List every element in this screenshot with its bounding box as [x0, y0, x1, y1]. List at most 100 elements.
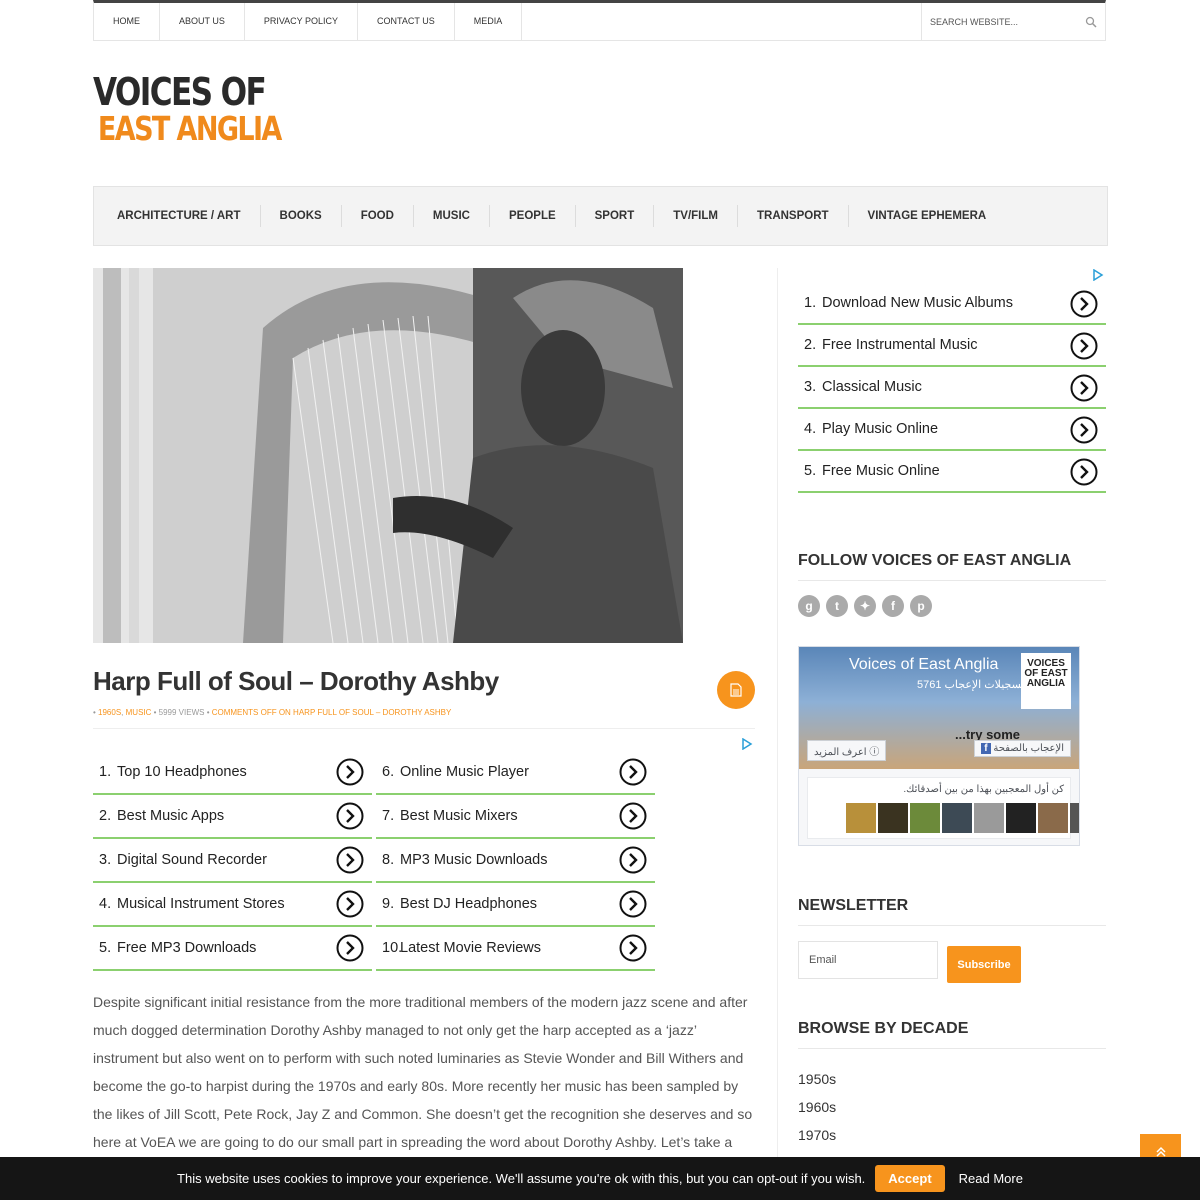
ad-number: 6. [382, 764, 395, 780]
avatar[interactable] [846, 803, 876, 833]
nav-home[interactable]: HOME [94, 3, 160, 40]
google-plus-icon[interactable]: g [798, 595, 820, 617]
ad-number: 1. [804, 295, 817, 311]
post-meta: • 1960S, MUSIC • 5999 VIEWS • COMMENTS O… [93, 708, 452, 717]
browse-by-decade-title: BROWSE BY DECADE [798, 1020, 1106, 1049]
facebook-page-logo[interactable]: VOICES OF EAST ANGLIA [1021, 653, 1071, 709]
facebook-like-count: 5761 تسجيلات الإعجاب [917, 679, 1025, 691]
category-navigation: ARCHITECTURE / ART BOOKS FOOD MUSIC PEOP… [93, 186, 1108, 246]
ad-label: Best Music Apps [117, 808, 225, 824]
category-architecture-art[interactable]: ARCHITECTURE / ART [98, 205, 261, 227]
ad-label: Musical Instrument Stores [117, 896, 285, 912]
arrow-right-circle-icon [1070, 416, 1098, 444]
ad-link[interactable]: 7. Best Music Mixers [376, 795, 655, 839]
cookie-accept-button[interactable]: Accept [875, 1165, 945, 1192]
ad-number: 5. [804, 463, 817, 479]
category-sport[interactable]: SPORT [576, 205, 655, 227]
twitter-icon[interactable]: ✦ [854, 595, 876, 617]
email-field[interactable] [798, 941, 938, 979]
decade-link-1970s[interactable]: 1970s [798, 1121, 836, 1149]
ad-label: Digital Sound Recorder [117, 852, 267, 868]
facebook-cover[interactable]: Voices of East Anglia 5761 تسجيلات الإعج… [799, 647, 1079, 769]
ad-number: 4. [804, 421, 817, 437]
facebook-icon[interactable]: f [882, 595, 904, 617]
post-format-button[interactable] [717, 671, 755, 709]
ad-number: 7. [382, 808, 395, 824]
ad-link[interactable]: 5. Free Music Online [798, 451, 1106, 493]
meta-category-music[interactable]: MUSIC [126, 708, 152, 717]
ad-link[interactable]: 2. Best Music Apps [93, 795, 372, 839]
avatar[interactable] [878, 803, 908, 833]
ad-link[interactable]: 3. Digital Sound Recorder [93, 839, 372, 883]
ad-link[interactable]: 5. Free MP3 Downloads [93, 927, 372, 971]
avatar[interactable] [1006, 803, 1036, 833]
search-icon[interactable] [1085, 16, 1097, 28]
nav-about-us[interactable]: ABOUT US [160, 3, 245, 40]
ad-label: Free MP3 Downloads [117, 940, 257, 956]
category-people[interactable]: PEOPLE [490, 205, 576, 227]
category-books[interactable]: BOOKS [261, 205, 342, 227]
ad-number: 4. [99, 896, 112, 912]
ad-number: 1. [99, 764, 112, 780]
category-music[interactable]: MUSIC [414, 205, 490, 227]
facebook-learn-more-button[interactable]: اعرف المزيد ⓘ [807, 740, 887, 761]
arrow-right-circle-icon [619, 758, 647, 786]
ad-number: 5. [99, 940, 112, 956]
ad-link[interactable]: 10. Latest Movie Reviews [376, 927, 655, 971]
nav-privacy-policy[interactable]: PRIVACY POLICY [245, 3, 359, 40]
search-input[interactable] [930, 16, 1080, 27]
category-food[interactable]: FOOD [342, 205, 414, 227]
avatar[interactable] [974, 803, 1004, 833]
arrow-right-circle-icon [619, 934, 647, 962]
arrow-right-circle-icon [619, 846, 647, 874]
subscribe-button[interactable]: Subscribe [947, 946, 1021, 983]
ad-link[interactable]: 6. Online Music Player [376, 751, 655, 795]
ad-label: Download New Music Albums [822, 295, 1013, 311]
post-featured-image[interactable] [93, 268, 683, 643]
meta-comments[interactable]: COMMENTS OFF ON HARP FULL OF SOUL – DORO… [212, 708, 452, 717]
divider [93, 728, 755, 729]
ad-number: 3. [804, 379, 817, 395]
ad-label: Classical Music [822, 379, 922, 395]
ad-link[interactable]: 4. Play Music Online [798, 409, 1106, 451]
ad-link[interactable]: 2. Free Instrumental Music [798, 325, 1106, 367]
adchoices-icon[interactable] [1092, 269, 1104, 281]
arrow-right-circle-icon [336, 934, 364, 962]
avatar[interactable] [1038, 803, 1068, 833]
category-tv-film[interactable]: TV/FILM [654, 205, 738, 227]
decade-link-1950s[interactable]: 1950s [798, 1065, 836, 1093]
ad-link[interactable]: 4. Musical Instrument Stores [93, 883, 372, 927]
ad-label: Latest Movie Reviews [400, 940, 542, 956]
cookie-read-more-link[interactable]: Read More [959, 1171, 1023, 1186]
ad-link[interactable]: 1. Top 10 Headphones [93, 751, 372, 795]
arrow-right-circle-icon [1070, 458, 1098, 486]
avatar[interactable] [910, 803, 940, 833]
avatar[interactable] [1070, 803, 1079, 833]
nav-media[interactable]: MEDIA [455, 3, 523, 40]
decade-list: 1950s 1960s 1970s [798, 1065, 836, 1149]
sidebar-divider [777, 268, 778, 1168]
facebook-page-name[interactable]: Voices of East Anglia [849, 656, 998, 674]
adchoices-icon[interactable] [741, 738, 753, 750]
nav-contact-us[interactable]: CONTACT US [358, 3, 455, 40]
ad-link[interactable]: 9. Best DJ Headphones [376, 883, 655, 927]
arrow-right-circle-icon [336, 802, 364, 830]
category-vintage-ephemera[interactable]: VINTAGE EPHEMERA [849, 205, 1006, 227]
ad-link[interactable]: 3. Classical Music [798, 367, 1106, 409]
cookie-message: This website uses cookies to improve you… [177, 1171, 866, 1186]
meta-views: 5999 VIEWS [158, 708, 205, 717]
avatar[interactable] [942, 803, 972, 833]
top-navigation: HOME ABOUT US PRIVACY POLICY CONTACT US … [93, 0, 1106, 41]
arrow-right-circle-icon [336, 758, 364, 786]
sidebar-ad-links: 1. Download New Music Albums 2. Free Instr… [798, 283, 1106, 493]
pinterest-icon[interactable]: p [910, 595, 932, 617]
ad-link[interactable]: 1. Download New Music Albums [798, 283, 1106, 325]
meta-category-1960s[interactable]: 1960S [98, 708, 121, 717]
ad-link[interactable]: 8. MP3 Music Downloads [376, 839, 655, 883]
logo-line-2: EAST ANGLIA [97, 109, 282, 148]
tumblr-icon[interactable]: t [826, 595, 848, 617]
facebook-like-button[interactable]: f الإعجاب بالصفحة [974, 740, 1071, 757]
site-logo[interactable]: VOICES OF EAST ANGLIA [93, 72, 282, 152]
decade-link-1960s[interactable]: 1960s [798, 1093, 836, 1121]
category-transport[interactable]: TRANSPORT [738, 205, 849, 227]
